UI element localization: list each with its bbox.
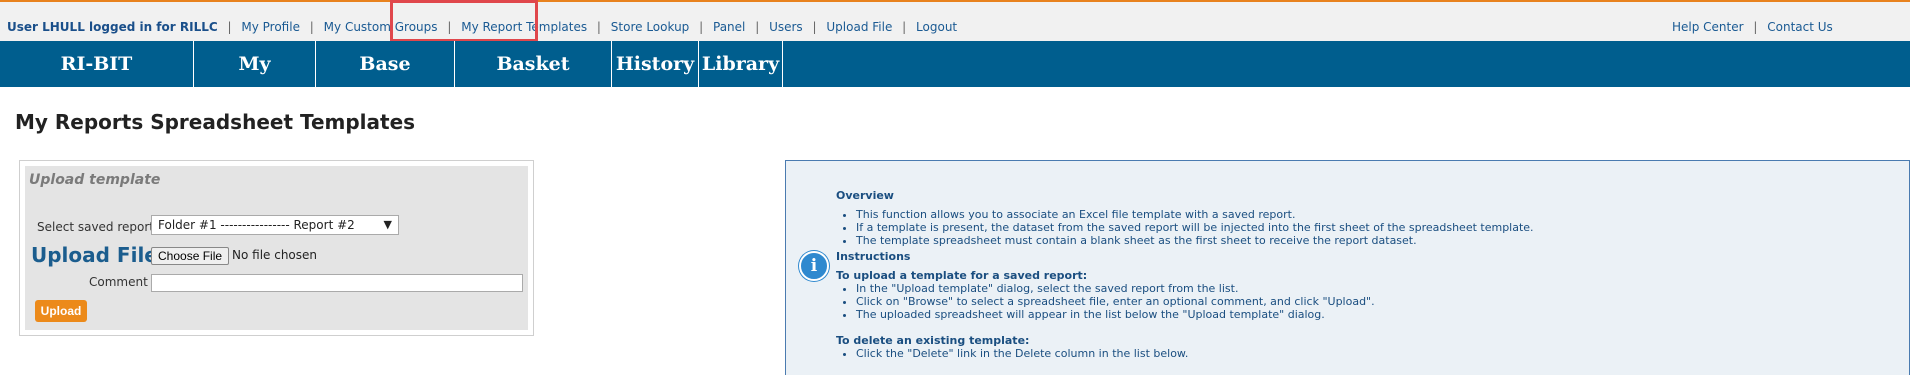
upload-template-panel: Upload template Select saved report Fold… — [19, 160, 534, 336]
tab-library[interactable]: Library — [699, 41, 783, 87]
overview-list: This function allows you to associate an… — [836, 208, 1896, 247]
upload-panel-title: Upload template — [29, 172, 161, 188]
tab-base-reports[interactable]: Base Reports — [316, 41, 455, 121]
delete-instructions-list: Click the "Delete" link in the Delete co… — [836, 347, 1896, 360]
comment-label: Comment — [89, 275, 148, 289]
instructions-heading: Instructions — [836, 250, 911, 263]
upload-file-label: Upload File — [31, 243, 158, 267]
main-nav: RI-BIT Dashboards My Reports Base Report… — [0, 41, 1910, 121]
link-upload-file[interactable]: Upload File — [826, 20, 892, 34]
separator: | — [1753, 20, 1758, 34]
separator: | — [699, 20, 704, 34]
link-my-custom-groups[interactable]: My Custom Groups — [324, 20, 438, 34]
top-utility-bar: User LHULL logged in for RILLC | My Prof… — [0, 0, 1910, 41]
link-users[interactable]: Users — [769, 20, 803, 34]
select-saved-report-label: Select saved report — [37, 220, 155, 234]
upload-button[interactable]: Upload — [35, 300, 87, 322]
list-item: This function allows you to associate an… — [856, 208, 1896, 221]
tab-ri-bit-dashboards[interactable]: RI-BIT Dashboards — [0, 41, 194, 121]
separator: | — [812, 20, 817, 34]
overview-heading: Overview — [836, 189, 894, 202]
tab-my-reports[interactable]: My Reports — [194, 41, 316, 121]
user-status: User LHULL logged in for RILLC — [7, 20, 218, 34]
upload-template-body: Upload template Select saved report Fold… — [25, 166, 528, 330]
tab-basket-reports[interactable]: Basket Reports — [455, 41, 612, 121]
top-links-left: User LHULL logged in for RILLC | My Prof… — [7, 20, 957, 34]
separator: | — [596, 20, 601, 34]
list-item: If a template is present, the dataset fr… — [856, 221, 1896, 234]
saved-report-select-value: Folder #1 ---------------- Report #2 — [158, 218, 355, 232]
list-item: The uploaded spreadsheet will appear in … — [856, 308, 1896, 321]
saved-report-select[interactable]: Folder #1 ---------------- Report #2 ▼ — [151, 215, 399, 235]
dropdown-arrow-icon: ▼ — [383, 218, 392, 231]
separator: | — [755, 20, 760, 34]
list-item: The template spreadsheet must contain a … — [856, 234, 1896, 247]
list-item: Click on "Browse" to select a spreadshee… — [856, 295, 1896, 308]
info-content: Overview This function allows you to ass… — [836, 189, 1896, 360]
link-panel[interactable]: Panel — [713, 20, 745, 34]
info-icon: i — [799, 251, 829, 281]
upload-instructions-list: In the "Upload template" dialog, select … — [836, 282, 1896, 321]
list-item: In the "Upload template" dialog, select … — [856, 282, 1896, 295]
info-panel: i Overview This function allows you to a… — [785, 160, 1910, 375]
link-help-center[interactable]: Help Center — [1672, 20, 1744, 34]
choose-file-button[interactable]: Choose File — [151, 247, 230, 265]
comment-input[interactable] — [151, 274, 523, 292]
link-logout[interactable]: Logout — [916, 20, 957, 34]
separator: | — [902, 20, 907, 34]
separator: | — [447, 20, 452, 34]
separator: | — [309, 20, 314, 34]
link-store-lookup[interactable]: Store Lookup — [611, 20, 690, 34]
link-my-profile[interactable]: My Profile — [241, 20, 300, 34]
separator: | — [227, 20, 232, 34]
tab-history[interactable]: History — [612, 41, 699, 87]
upload-instructions-heading: To upload a template for a saved report: — [836, 269, 1088, 282]
link-my-report-templates[interactable]: My Report Templates — [461, 20, 587, 34]
list-item: Click the "Delete" link in the Delete co… — [856, 347, 1896, 360]
link-contact-us[interactable]: Contact Us — [1767, 20, 1833, 34]
no-file-chosen-text: No file chosen — [232, 248, 318, 262]
delete-instructions-heading: To delete an existing template: — [836, 334, 1030, 347]
page-title: My Reports Spreadsheet Templates — [15, 110, 416, 134]
top-links-right: Help Center | Contact Us — [1672, 20, 1833, 34]
